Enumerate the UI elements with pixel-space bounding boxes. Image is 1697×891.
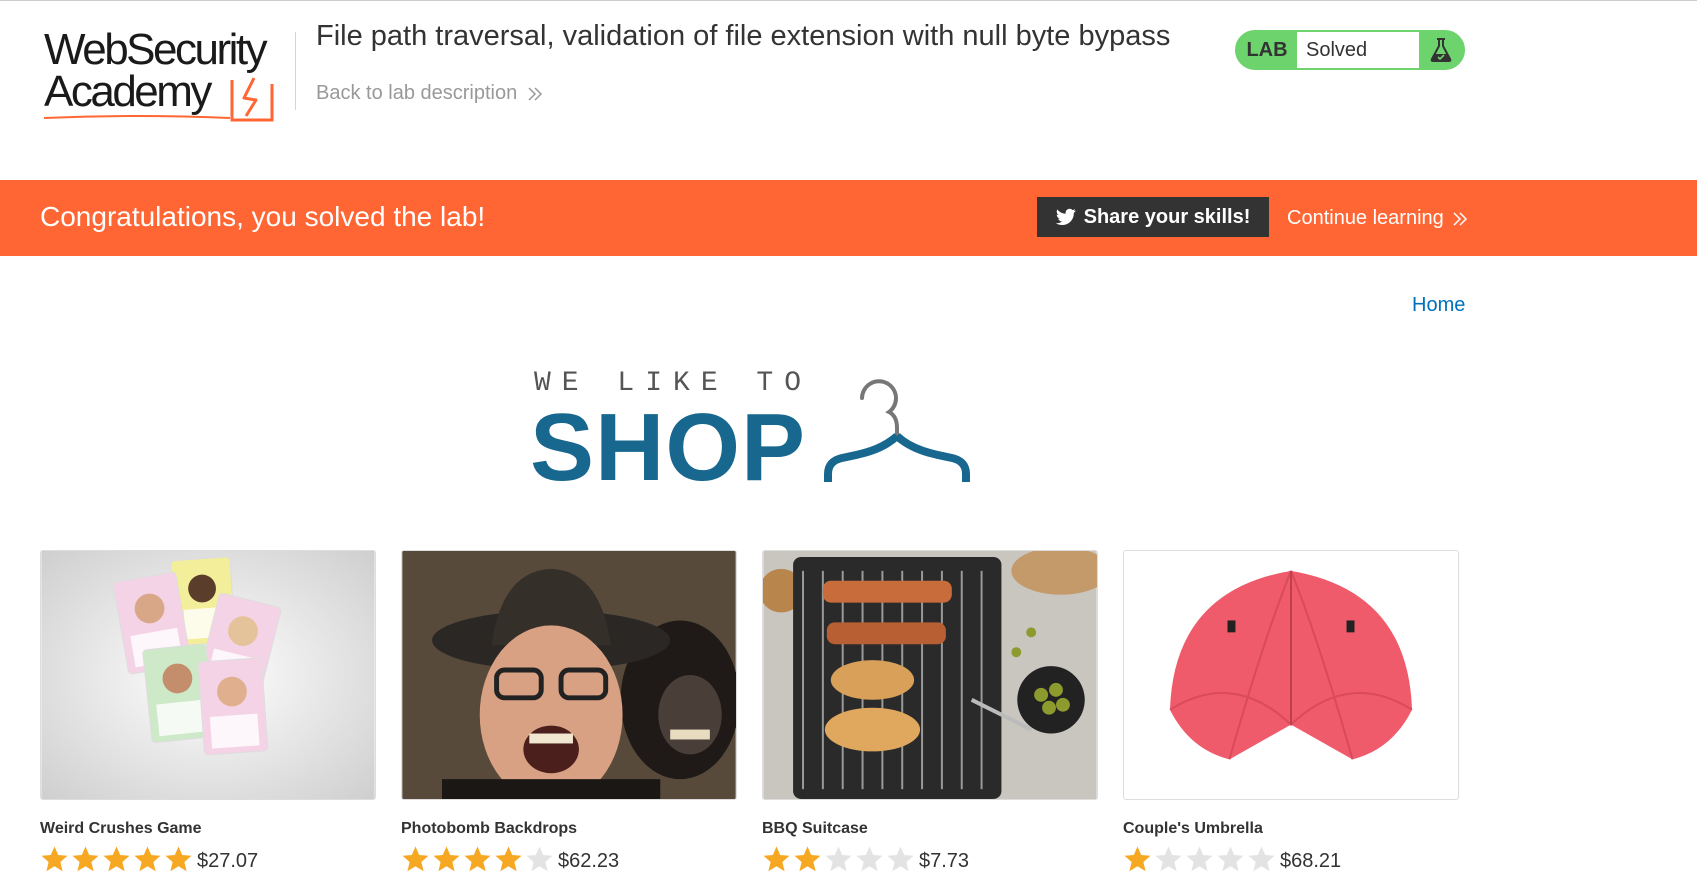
logo-underline: [43, 115, 231, 119]
star-empty-icon: [1248, 846, 1275, 871]
logo-bolt-icon: [230, 77, 274, 122]
solved-banner: Congratulations, you solved the lab! Sha…: [0, 180, 1697, 256]
star-empty-icon: [856, 846, 883, 871]
logo-line2: Academy: [44, 67, 212, 116]
top-rule: [0, 0, 1697, 1]
flask-icon-cell: [1419, 32, 1463, 68]
product-rating-row: $68.21: [1123, 844, 1459, 873]
star-empty-icon: [1155, 846, 1182, 871]
solved-message: Congratulations, you solved the lab!: [40, 201, 486, 232]
home-link[interactable]: Home: [1412, 294, 1465, 317]
product-image-link[interactable]: [762, 550, 1098, 800]
product-price: $7.73: [919, 850, 970, 872]
lab-status-text: Solved: [1297, 32, 1419, 68]
star-filled-icon: [763, 846, 790, 871]
star-empty-icon: [1186, 846, 1213, 871]
star-filled-icon: [165, 846, 192, 871]
web-security-academy-logo[interactable]: WebSecurity Academy: [40, 25, 290, 122]
back-link-label: Back to lab description: [316, 82, 518, 104]
star-filled-icon: [794, 846, 821, 871]
star-filled-icon: [495, 846, 522, 871]
continue-learning-link[interactable]: Continue learning: [1287, 207, 1468, 230]
star-rating: [762, 845, 915, 873]
star-rating: [401, 845, 554, 873]
star-filled-icon: [433, 846, 460, 871]
logo-line1: WebSecurity: [44, 25, 268, 74]
product-price: $62.23: [558, 850, 620, 872]
flask-icon: [1430, 38, 1452, 62]
product-rating-row: $62.23: [401, 844, 737, 873]
product-price: $27.07: [197, 850, 259, 872]
star-filled-icon: [134, 846, 161, 871]
product-card: BBQ Suitcase $7.73: [762, 550, 1098, 873]
star-filled-icon: [464, 846, 491, 871]
star-filled-icon: [103, 846, 130, 871]
star-rating: [1123, 845, 1276, 873]
star-filled-icon: [1124, 846, 1151, 871]
product-name: Photobomb Backdrops: [401, 820, 578, 837]
product-image-link[interactable]: [1123, 550, 1459, 800]
lab-badge-label: LAB: [1246, 38, 1288, 61]
product-name: BBQ Suitcase: [762, 820, 868, 837]
star-filled-icon: [41, 846, 68, 871]
back-to-lab-description-link[interactable]: Back to lab description: [316, 82, 543, 105]
double-chevron-right-icon: [1453, 211, 1467, 226]
shop-heading: SHOP: [530, 394, 807, 501]
product-card: Photobomb Backdrops $62.23: [401, 550, 737, 873]
header-divider: [295, 32, 296, 110]
lab-status-badge: LAB Solved: [1235, 30, 1465, 70]
star-filled-icon: [402, 846, 429, 871]
product-name: Weird Crushes Game: [40, 820, 202, 837]
lab-title: File path traversal, validation of file …: [316, 20, 1171, 52]
product-rating-row: $7.73: [762, 844, 1098, 873]
star-empty-icon: [1217, 846, 1244, 871]
star-empty-icon: [825, 846, 852, 871]
twitter-icon: [1055, 208, 1076, 225]
star-empty-icon: [887, 846, 914, 871]
share-button-label: Share your skills!: [1083, 205, 1251, 228]
star-empty-icon: [526, 846, 553, 871]
product-rating-row: $27.07: [40, 844, 376, 873]
product-name: Couple's Umbrella: [1123, 820, 1263, 837]
hanger-icon: [824, 379, 970, 482]
share-your-skills-button[interactable]: Share your skills!: [1037, 197, 1269, 237]
product-price: $68.21: [1280, 850, 1342, 872]
product-image-link[interactable]: [401, 550, 737, 800]
star-filled-icon: [72, 846, 99, 871]
star-rating: [40, 845, 193, 873]
double-chevron-right-icon: [528, 86, 543, 101]
product-card: Couple's Umbrella $68.21: [1123, 550, 1459, 873]
product-image-link[interactable]: [40, 550, 376, 800]
page: WebSecurity Academy File path traversal,…: [0, 0, 1697, 891]
product-card: Weird Crushes Game $27.07: [40, 550, 376, 873]
continue-learning-label: Continue learning: [1287, 207, 1444, 229]
